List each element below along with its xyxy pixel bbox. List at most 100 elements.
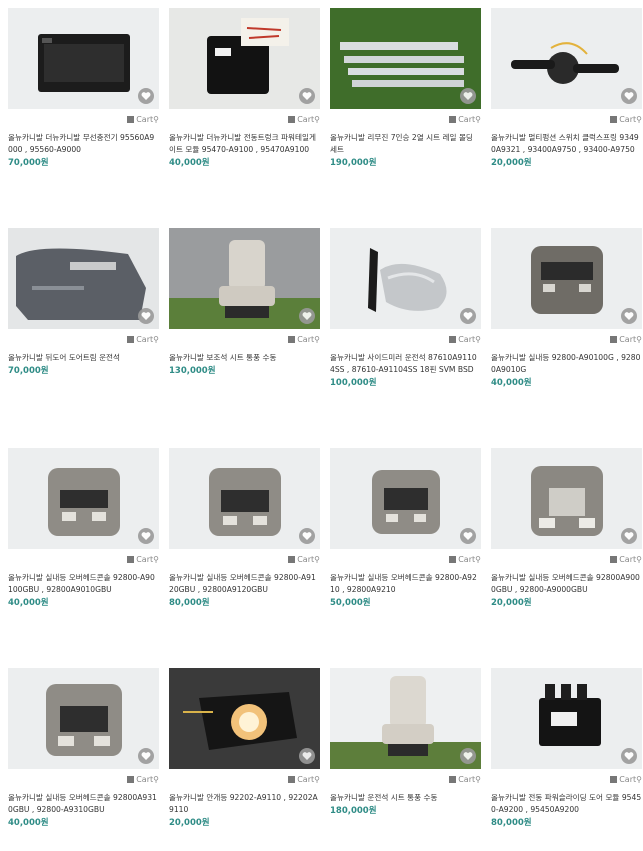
product-title[interactable]: 올뉴카니발 실내등 오버헤드콘솔 92800A9310GBU , 92800-A… [8, 792, 159, 816]
product-card[interactable]: Cart⚲ 올뉴카니발 실내등 오버헤드콘솔 92800-A90100GBU ,… [8, 448, 159, 609]
cart-link[interactable]: Cart⚲ [491, 333, 642, 347]
product-price: 40,000원 [8, 818, 49, 828]
cart-link[interactable]: Cart⚲ [8, 113, 159, 127]
product-price: 130,000원 [169, 366, 216, 376]
cart-link[interactable]: Cart⚲ [491, 773, 642, 787]
product-price: 100,000원 [330, 378, 377, 388]
heart-icon[interactable] [299, 308, 315, 324]
product-image[interactable] [491, 668, 642, 769]
product-card[interactable]: Cart⚲ 올뉴카니발 운전석 시트 통풍 수동 180,000원 [330, 668, 481, 817]
product-title[interactable]: 올뉴카니발 더뉴카니발 전동트렁크 파워테일게이트 모듈 95470-A9100… [169, 132, 320, 156]
product-price: 20,000원 [491, 598, 532, 608]
heart-icon[interactable] [460, 528, 476, 544]
product-title[interactable]: 올뉴카니발 전동 파워슬라이딩 도어 모듈 95450-A9200 , 9545… [491, 792, 642, 816]
product-price: 40,000원 [8, 598, 49, 608]
cart-link[interactable]: Cart⚲ [330, 113, 481, 127]
cart-link[interactable]: Cart⚲ [330, 333, 481, 347]
product-title[interactable]: 올뉴카니발 안개등 92202-A9110 , 92202A9110 [169, 792, 320, 816]
heart-icon[interactable] [460, 308, 476, 324]
product-image[interactable] [169, 448, 320, 549]
cart-icon [127, 556, 135, 563]
product-card[interactable]: Cart⚲ 올뉴카니발 실내등 오버헤드콘솔 92800-A9210 , 928… [330, 448, 481, 609]
product-price: 50,000원 [330, 598, 371, 608]
search-icon: ⚲ [475, 335, 481, 344]
heart-icon[interactable] [621, 88, 637, 104]
product-price: 80,000원 [169, 598, 210, 608]
product-image[interactable] [330, 448, 481, 549]
product-image[interactable] [169, 228, 320, 329]
product-title[interactable]: 올뉴카니발 실내등 오버헤드콘솔 92800-A9210 , 92800A921… [330, 572, 481, 596]
product-card[interactable]: Cart⚲ 올뉴카니발 전동 파워슬라이딩 도어 모듈 95450-A9200 … [491, 668, 642, 829]
product-card[interactable]: Cart⚲ 올뉴카니발 보조석 시트 통풍 수동 130,000원 [169, 228, 320, 377]
product-title[interactable]: 올뉴카니발 보조석 시트 통풍 수동 [169, 352, 320, 364]
product-card[interactable]: Cart⚲ 올뉴카니발 뒤도어 도어트림 운전석 70,000원 [8, 228, 159, 377]
heart-icon[interactable] [138, 528, 154, 544]
cart-link[interactable]: Cart⚲ [8, 773, 159, 787]
cart-icon [127, 776, 135, 783]
product-card[interactable]: Cart⚲ 올뉴카니발 실내등 오버헤드콘솔 92800A9310GBU , 9… [8, 668, 159, 829]
product-image[interactable] [491, 448, 642, 549]
cart-link[interactable]: Cart⚲ [8, 553, 159, 567]
product-card[interactable]: Cart⚲ 올뉴카니발 사이드미러 운전석 87610A91104SS , 87… [330, 228, 481, 389]
cart-icon [288, 556, 296, 563]
product-image[interactable] [330, 228, 481, 329]
product-card[interactable]: Cart⚲ 올뉴카니발 실내등 오버헤드콘솔 92800A9000GBU , 9… [491, 448, 642, 609]
product-image[interactable] [491, 228, 642, 329]
search-icon: ⚲ [153, 115, 159, 124]
heart-icon[interactable] [299, 88, 315, 104]
product-title[interactable]: 올뉴카니발 뒤도어 도어트림 운전석 [8, 352, 159, 364]
cart-label: Cart [297, 115, 315, 124]
product-image[interactable] [169, 668, 320, 769]
heart-icon[interactable] [460, 88, 476, 104]
product-title[interactable]: 올뉴카니발 리무진 7인승 2열 시트 레일 몰딩 세트 [330, 132, 481, 156]
product-title[interactable]: 올뉴카니발 실내등 92800-A90100G , 92800A9010G [491, 352, 642, 376]
cart-link[interactable]: Cart⚲ [169, 553, 320, 567]
product-image[interactable] [8, 448, 159, 549]
cart-link[interactable]: Cart⚲ [330, 553, 481, 567]
cart-label: Cart [619, 775, 637, 784]
search-icon: ⚲ [314, 775, 320, 784]
product-card[interactable]: Cart⚲ 올뉴카니발 더뉴카니발 전동트렁크 파워테일게이트 모듈 95470… [169, 8, 320, 169]
product-title[interactable]: 올뉴카니발 실내등 오버헤드콘솔 92800-A90100GBU , 92800… [8, 572, 159, 596]
product-image[interactable] [330, 668, 481, 769]
product-image[interactable] [8, 228, 159, 329]
heart-icon[interactable] [621, 748, 637, 764]
heart-icon[interactable] [138, 748, 154, 764]
product-card[interactable]: Cart⚲ 올뉴카니발 실내등 92800-A90100G , 92800A90… [491, 228, 642, 389]
cart-icon [449, 776, 457, 783]
heart-icon[interactable] [138, 88, 154, 104]
heart-icon[interactable] [299, 528, 315, 544]
product-title[interactable]: 올뉴카니발 더뉴카니발 무선충전기 95560A9000 , 95560-A90… [8, 132, 159, 156]
product-image[interactable] [8, 668, 159, 769]
product-image[interactable] [169, 8, 320, 109]
product-title[interactable]: 올뉴카니발 실내등 오버헤드콘솔 92800-A9120GBU , 92800A… [169, 572, 320, 596]
product-title[interactable]: 올뉴카니발 사이드미러 운전석 87610A91104SS , 87610-A9… [330, 352, 481, 376]
cart-link[interactable]: Cart⚲ [491, 113, 642, 127]
product-title[interactable]: 올뉴카니발 실내등 오버헤드콘솔 92800A9000GBU , 92800-A… [491, 572, 642, 596]
search-icon: ⚲ [636, 115, 642, 124]
product-card[interactable]: Cart⚲ 올뉴카니발 안개등 92202-A9110 , 92202A9110… [169, 668, 320, 829]
heart-icon[interactable] [621, 308, 637, 324]
cart-link[interactable]: Cart⚲ [169, 333, 320, 347]
product-image[interactable] [8, 8, 159, 109]
product-image[interactable] [330, 8, 481, 109]
product-card[interactable]: Cart⚲ 올뉴카니발 리무진 7인승 2열 시트 레일 몰딩 세트 190,0… [330, 8, 481, 169]
heart-icon[interactable] [621, 528, 637, 544]
cart-link[interactable]: Cart⚲ [330, 773, 481, 787]
cart-link[interactable]: Cart⚲ [491, 553, 642, 567]
product-card[interactable]: Cart⚲ 올뉴카니발 멀티펑션 스위치 클럭스프링 93490A9321 , … [491, 8, 642, 169]
cart-label: Cart [297, 555, 315, 564]
cart-link[interactable]: Cart⚲ [169, 113, 320, 127]
product-image[interactable] [491, 8, 642, 109]
cart-link[interactable]: Cart⚲ [169, 773, 320, 787]
product-card[interactable]: Cart⚲ 올뉴카니발 실내등 오버헤드콘솔 92800-A9120GBU , … [169, 448, 320, 609]
cart-link[interactable]: Cart⚲ [8, 333, 159, 347]
cart-label: Cart [136, 775, 154, 784]
heart-icon[interactable] [299, 748, 315, 764]
product-title[interactable]: 올뉴카니발 운전석 시트 통풍 수동 [330, 792, 481, 804]
heart-icon[interactable] [138, 308, 154, 324]
heart-icon[interactable] [460, 748, 476, 764]
product-title[interactable]: 올뉴카니발 멀티펑션 스위치 클럭스프링 93490A9321 , 93400A… [491, 132, 642, 156]
product-card[interactable]: Cart⚲ 올뉴카니발 더뉴카니발 무선충전기 95560A9000 , 955… [8, 8, 159, 169]
search-icon: ⚲ [153, 775, 159, 784]
